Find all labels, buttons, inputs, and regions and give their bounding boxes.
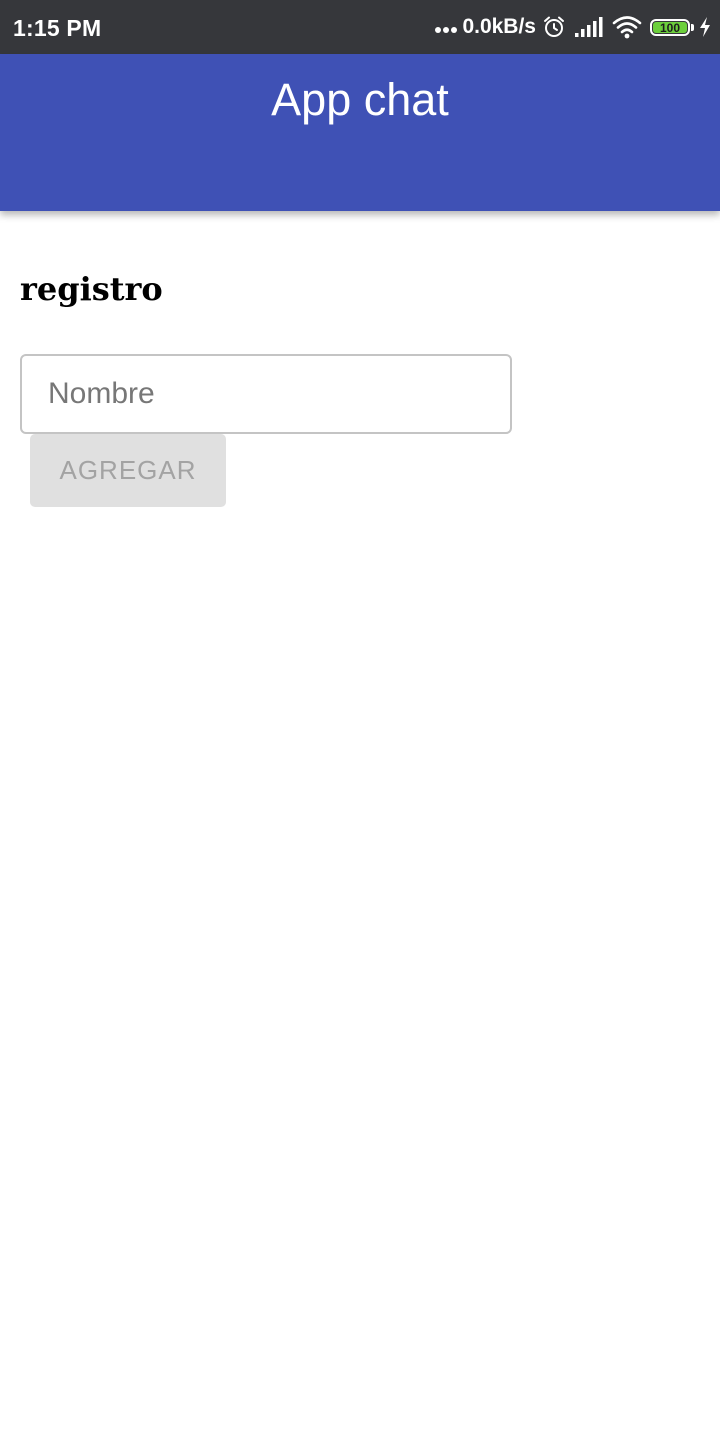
battery-icon: 100 xyxy=(650,18,694,36)
status-time: 1:15 PM xyxy=(13,15,102,41)
more-notifications-icon xyxy=(435,27,459,33)
status-bar: 1:15 PM 0.0kB/s 100 xyxy=(0,0,720,54)
alarm-icon xyxy=(544,16,564,37)
network-speed: 0.0kB/s xyxy=(462,15,536,38)
app-title: App chat xyxy=(271,74,449,125)
registration-heading: registro xyxy=(20,270,163,308)
wifi-icon xyxy=(612,16,642,39)
status-indicators: 0.0kB/s 100 xyxy=(435,0,712,54)
signal-icon xyxy=(575,17,603,37)
app-bar: App chat xyxy=(0,54,720,211)
battery-level: 100 xyxy=(659,20,681,35)
name-input[interactable] xyxy=(20,354,512,434)
charging-icon xyxy=(700,17,710,37)
add-button[interactable]: AGREGAR xyxy=(30,434,226,507)
